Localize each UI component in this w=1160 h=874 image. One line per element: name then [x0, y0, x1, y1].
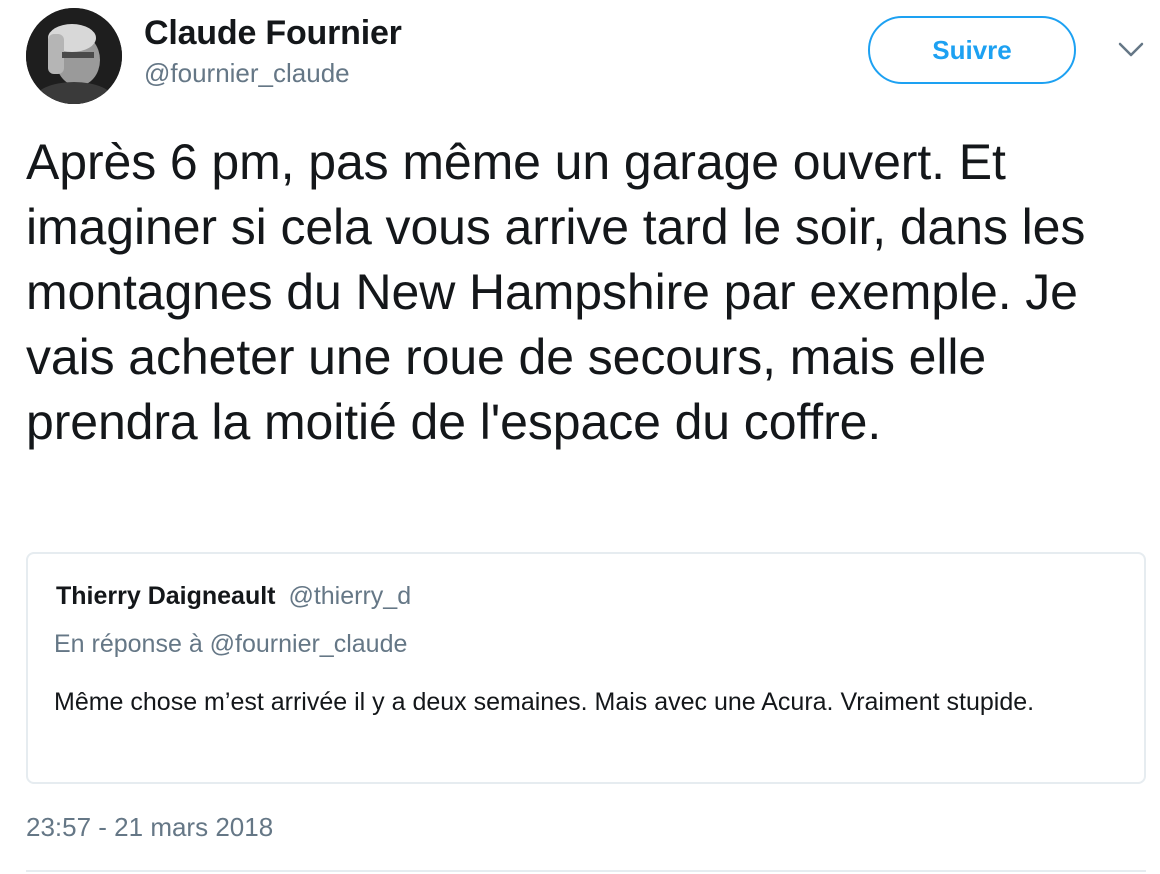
- divider: [26, 870, 1146, 872]
- quoted-tweet-reply-context: En réponse à @fournier_claude: [54, 630, 408, 658]
- author-display-name[interactable]: Claude Fournier: [144, 14, 402, 53]
- avatar[interactable]: [26, 8, 122, 104]
- quoted-tweet-handle: @thierry_d: [288, 582, 412, 610]
- author-handle[interactable]: @fournier_claude: [144, 58, 350, 89]
- chevron-down-icon: [1118, 42, 1144, 57]
- tweet-menu-button[interactable]: [1114, 38, 1148, 62]
- quoted-tweet-card[interactable]: Thierry Daigneault @thierry_d En réponse…: [26, 552, 1146, 784]
- tweet-timestamp[interactable]: 23:57 - 21 mars 2018: [26, 812, 273, 843]
- quoted-tweet-display-name: Thierry Daigneault: [56, 582, 276, 610]
- tweet-text: Après 6 pm, pas même un garage ouvert. E…: [26, 134, 1086, 450]
- follow-button[interactable]: Suivre: [868, 16, 1076, 84]
- follow-button-label: Suivre: [932, 34, 1012, 65]
- avatar-photo: [26, 8, 122, 104]
- quoted-tweet-header: Thierry Daigneault @thierry_d: [56, 582, 411, 611]
- quoted-tweet-text: Même chose m’est arrivée il y a deux sem…: [54, 688, 1035, 716]
